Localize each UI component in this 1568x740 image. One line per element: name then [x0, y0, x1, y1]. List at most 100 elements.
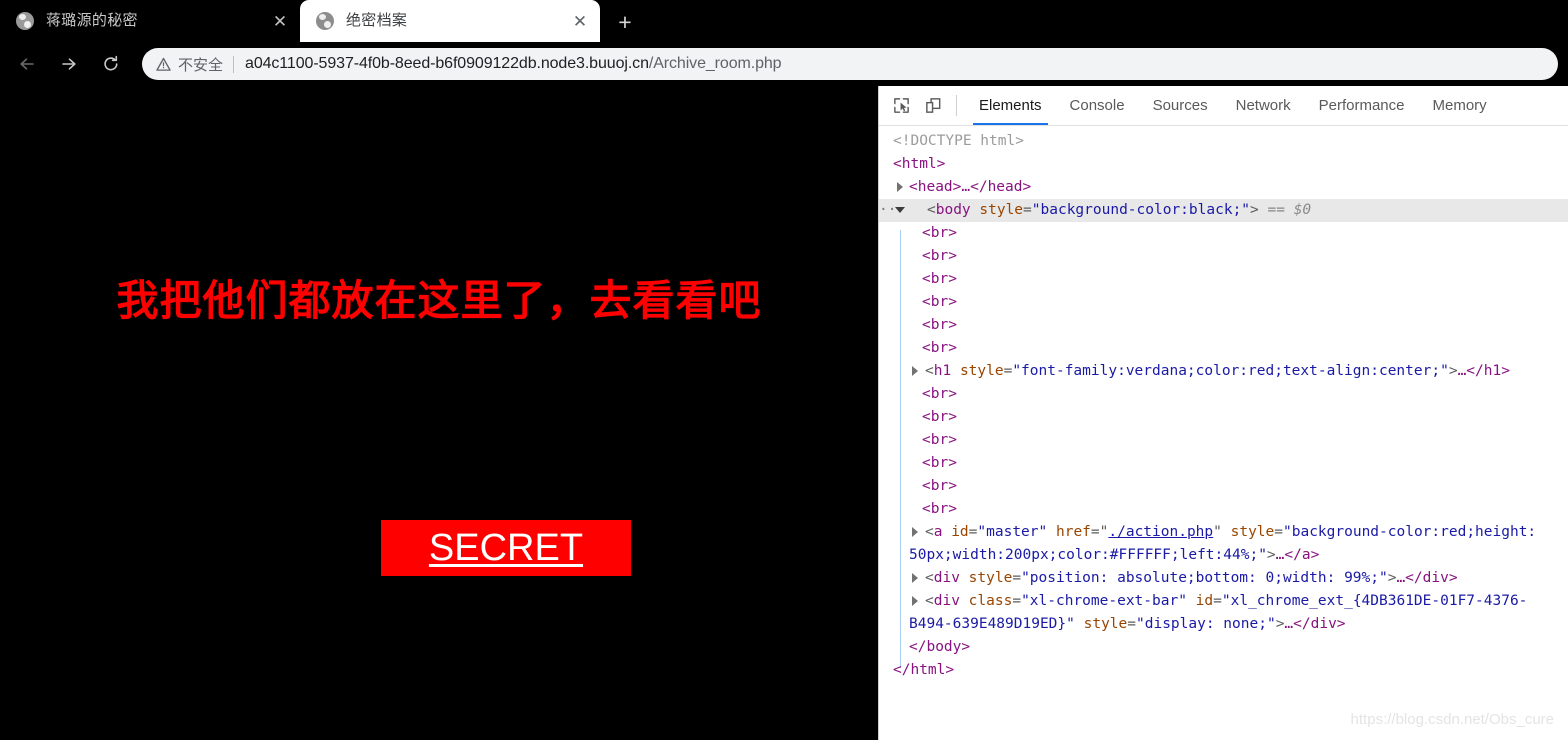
chevron-right-icon[interactable] [895, 182, 906, 193]
devtools-panel: Elements Console Sources Network Perform… [878, 86, 1568, 740]
forward-button[interactable] [50, 45, 88, 83]
chevron-right-icon[interactable] [910, 366, 921, 377]
web-page-viewport: 我把他们都放在这里了，去看看吧 SECRET [0, 86, 878, 740]
body-attr-name: style [979, 202, 1024, 218]
div2-style-attr-name: style [1083, 616, 1128, 632]
br-tag: <br> [922, 271, 957, 287]
content-area: 我把他们都放在这里了，去看看吧 SECRET Elements Console [0, 86, 1568, 740]
br-tag: <br> [922, 225, 957, 241]
html-open-tag: <html> [893, 156, 946, 172]
tab-network[interactable]: Network [1222, 86, 1305, 125]
tab-console[interactable]: Console [1056, 86, 1139, 125]
br-tag: <br> [922, 432, 957, 448]
omnibox-divider [233, 55, 235, 73]
div2-style-attr-value: "display: none;" [1136, 616, 1276, 632]
dom-node-br[interactable]: <br> [879, 337, 1568, 360]
br-tag: <br> [922, 501, 957, 517]
dom-node-br[interactable]: <br> [879, 291, 1568, 314]
br-tag: <br> [922, 386, 957, 402]
a-href-attr-value[interactable]: ./action.php [1108, 524, 1213, 540]
doctype-text: <!DOCTYPE html> [893, 133, 1024, 149]
tab-elements[interactable]: Elements [965, 86, 1056, 125]
br-tag: <br> [922, 317, 957, 333]
dom-node-head[interactable]: <head>…</head> [879, 176, 1568, 199]
br-tag: <br> [922, 340, 957, 356]
chevron-down-icon[interactable] [895, 205, 906, 216]
dom-node-br[interactable]: <br> [879, 383, 1568, 406]
div2-class-attr-value: "xl-chrome-ext-bar" [1021, 593, 1187, 609]
dom-node-div-footer[interactable]: <div style="position: absolute;bottom: 0… [879, 567, 1568, 590]
dom-node-div-extbar[interactable]: <div class="xl-chrome-ext-bar" id="xl_ch… [879, 590, 1568, 613]
dom-node-html-open[interactable]: <html> [879, 153, 1568, 176]
dom-tree[interactable]: <!DOCTYPE html> <html> <head>…</head> ··… [879, 127, 1568, 740]
body-attr-value: "background-color:black;" [1031, 202, 1251, 218]
secret-link-button[interactable]: SECRET [381, 520, 631, 576]
div2-id-attr-value-2: B494-639E489D19ED}" [909, 616, 1075, 632]
browser-tab-active[interactable]: 绝密档案 ✕ [300, 0, 600, 42]
div2-id-attr-name: id [1195, 593, 1214, 609]
dom-node-br[interactable]: <br> [879, 314, 1568, 337]
dom-node-br[interactable]: <br> [879, 452, 1568, 475]
warning-triangle-icon[interactable] [156, 57, 171, 72]
dom-node-anchor[interactable]: <a id="master" href="./action.php" style… [879, 521, 1568, 544]
back-button[interactable] [8, 45, 46, 83]
div1-tag-name: div [933, 570, 960, 586]
browser-chrome: 蒋璐源的秘密 ✕ 绝密档案 ✕ + 不安全 a04c1100-5937-4f0b… [0, 0, 1568, 86]
selected-node-marker: == $0 [1267, 202, 1312, 218]
dom-node-div-extbar-wrap[interactable]: B494-639E489D19ED}" style="display: none… [879, 613, 1568, 636]
chevron-right-icon[interactable] [910, 573, 921, 584]
close-icon[interactable]: ✕ [266, 7, 294, 35]
dom-node-br[interactable]: <br> [879, 222, 1568, 245]
dom-node-br[interactable]: <br> [879, 268, 1568, 291]
device-toolbar-icon[interactable] [918, 86, 948, 125]
a-style-attr-name: style [1230, 524, 1275, 540]
dom-node-anchor-wrap[interactable]: 50px;width:200px;color:#FFFFFF;left:44%;… [879, 544, 1568, 567]
h1-close-tag: …</h1> [1457, 363, 1510, 379]
div2-class-attr-name: class [968, 593, 1013, 609]
br-tag: <br> [922, 248, 957, 264]
dom-node-br[interactable]: <br> [879, 406, 1568, 429]
br-tag: <br> [922, 478, 957, 494]
body-close-tag: </body> [909, 639, 971, 655]
tab-performance[interactable]: Performance [1305, 86, 1419, 125]
arrow-left-icon [20, 58, 34, 70]
dom-node-br[interactable]: <br> [879, 245, 1568, 268]
div1-attr-name: style [968, 570, 1013, 586]
dom-node-br[interactable]: <br> [879, 475, 1568, 498]
address-bar[interactable]: 不安全 a04c1100-5937-4f0b-8eed-b6f0909122db… [142, 48, 1558, 80]
h1-attr-name: style [959, 363, 1004, 379]
dom-node-body[interactable]: ··· <body style="background-color:black;"… [879, 199, 1568, 222]
dom-node-html-close: </html> [879, 659, 1568, 682]
div2-tag-name: div [933, 593, 960, 609]
dom-node-br[interactable]: <br> [879, 429, 1568, 452]
h1-tag-name: h1 [933, 363, 952, 379]
br-tag: <br> [922, 409, 957, 425]
tab-sources[interactable]: Sources [1139, 86, 1222, 125]
reload-button[interactable] [92, 45, 130, 83]
a-close-tag: …</a> [1275, 547, 1320, 563]
div1-close-tag: …</div> [1396, 570, 1458, 586]
page-heading: 我把他们都放在这里了，去看看吧 [116, 276, 762, 325]
dom-node-br[interactable]: <br> [879, 498, 1568, 521]
devtools-tabbar: Elements Console Sources Network Perform… [879, 86, 1568, 126]
new-tab-button[interactable]: + [610, 7, 640, 37]
close-icon[interactable]: ✕ [566, 7, 594, 35]
chevron-right-icon[interactable] [910, 596, 921, 607]
browser-tab-title: 蒋璐源的秘密 [46, 12, 138, 29]
tab-memory[interactable]: Memory [1419, 86, 1501, 125]
watermark-text: https://blog.csdn.net/Obs_cure [1350, 711, 1554, 728]
inspect-element-icon[interactable] [886, 86, 916, 125]
browser-tab-inactive[interactable]: 蒋璐源的秘密 ✕ [0, 0, 300, 42]
a-style-attr-value-1: "background-color:red;height: [1283, 524, 1537, 540]
browser-tab-title: 绝密档案 [346, 12, 408, 29]
head-collapsed-text: <head>…</head> [909, 179, 1032, 195]
browser-toolbar: 不安全 a04c1100-5937-4f0b-8eed-b6f0909122db… [0, 42, 1568, 86]
security-status-label: 不安全 [178, 56, 224, 74]
chevron-right-icon[interactable] [910, 527, 921, 538]
dom-node-h1[interactable]: <h1 style="font-family:verdana;color:red… [879, 360, 1568, 383]
body-tag-name: body [935, 202, 971, 218]
h1-attr-value: "font-family:verdana;color:red;text-alig… [1012, 363, 1449, 379]
a-href-attr-name: href [1055, 524, 1091, 540]
div2-id-attr-value-1: "xl_chrome_ext_{4DB361DE-01F7-4376- [1221, 593, 1528, 609]
div1-attr-value: "position: absolute;bottom: 0;width: 99%… [1021, 570, 1388, 586]
